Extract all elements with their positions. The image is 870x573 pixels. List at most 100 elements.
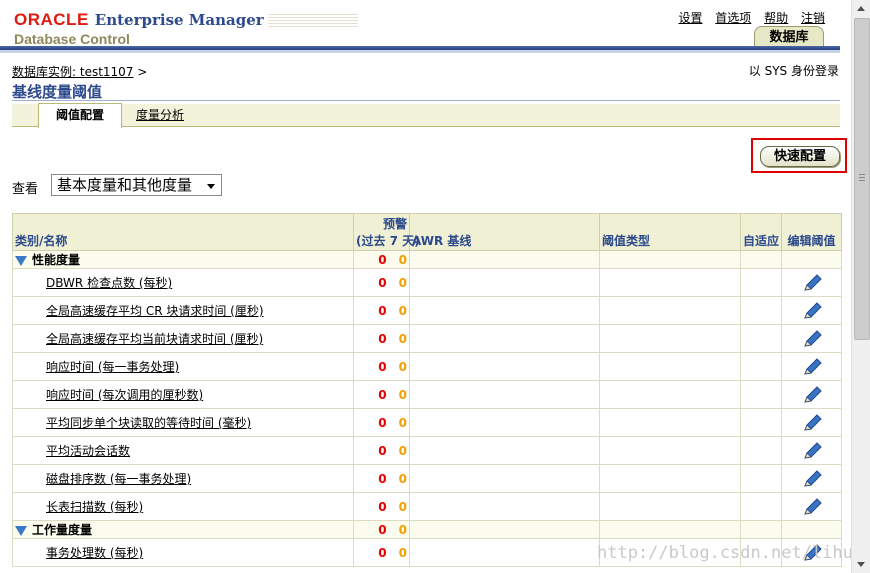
quick-config-button[interactable]: 快速配置 bbox=[760, 146, 840, 167]
alerts-cell: 00 bbox=[353, 324, 410, 353]
pencil-icon[interactable] bbox=[784, 441, 839, 461]
critical-count: 0 bbox=[378, 387, 387, 402]
pencil-icon[interactable] bbox=[784, 357, 839, 377]
alerts-cell: 00 bbox=[353, 492, 410, 521]
metric-link[interactable]: 响应时间 (每一事务处理) bbox=[46, 360, 179, 374]
metric-link[interactable]: 全局高速缓存平均 CR 块请求时间 (厘秒) bbox=[46, 304, 264, 318]
col-header-alerts: 预警 (过去 7 天) bbox=[353, 213, 420, 251]
edit-cell bbox=[781, 352, 842, 381]
pencil-icon[interactable] bbox=[784, 273, 839, 293]
awr-cell bbox=[409, 436, 600, 465]
view-label: 查看 bbox=[12, 182, 39, 197]
critical-count: 0 bbox=[378, 359, 387, 374]
col-header-adaptive: 自适应 bbox=[740, 213, 782, 251]
metric-cell: DBWR 检查点数 (每秒) bbox=[12, 268, 354, 297]
pencil-icon[interactable] bbox=[784, 413, 839, 433]
warning-count: 0 bbox=[398, 545, 407, 560]
login-status: 以 SYS 身份登录 bbox=[748, 64, 839, 78]
vertical-scrollbar[interactable] bbox=[851, 0, 870, 573]
alerts-cell: 00 bbox=[353, 268, 410, 297]
col-header-alerts-top: 预警 bbox=[382, 217, 407, 231]
warning-count: 0 bbox=[398, 522, 407, 537]
alerts-cell: 00 bbox=[353, 436, 410, 465]
table-row: 平均同步单个块读取的等待时间 (毫秒) 0 0 bbox=[12, 408, 842, 437]
tab-threshold-config[interactable]: 阈值配置 bbox=[38, 103, 122, 128]
page-title: 基线度量阈值 bbox=[12, 83, 103, 101]
critical-count: 0 bbox=[378, 499, 387, 514]
awr-cell bbox=[409, 464, 600, 493]
edit-cell bbox=[781, 436, 842, 465]
help-link[interactable]: 帮助 bbox=[764, 11, 788, 25]
triangle-down-icon[interactable] bbox=[15, 525, 27, 536]
alerts-cell: 00 bbox=[353, 520, 410, 539]
alerts-cell: 00 bbox=[353, 408, 410, 437]
threshold-type-cell bbox=[599, 408, 741, 437]
tab-metric-analysis[interactable]: 度量分析 bbox=[136, 108, 184, 122]
category-cell: 性能度量 bbox=[12, 250, 354, 269]
tab-metric-analysis-wrap: 度量分析 bbox=[136, 104, 184, 126]
tab-database[interactable]: 数据库 bbox=[754, 26, 824, 47]
critical-count: 0 bbox=[378, 303, 387, 318]
edit-cell bbox=[781, 380, 842, 409]
pencil-icon[interactable] bbox=[784, 329, 839, 349]
threshold-type-cell bbox=[599, 520, 741, 539]
title-divider bbox=[12, 100, 840, 101]
pencil-icon[interactable] bbox=[784, 469, 839, 489]
awr-cell bbox=[409, 520, 600, 539]
edit-cell bbox=[781, 250, 842, 269]
critical-count: 0 bbox=[378, 443, 387, 458]
grip-line bbox=[859, 174, 865, 175]
chevron-down-icon bbox=[207, 184, 215, 189]
threshold-type-cell bbox=[599, 296, 741, 325]
brand-decoration bbox=[268, 14, 358, 28]
awr-cell bbox=[409, 352, 600, 381]
metric-link[interactable]: 磁盘排序数 (每一事务处理) bbox=[46, 472, 191, 486]
scroll-down-icon[interactable] bbox=[852, 556, 870, 573]
metric-link[interactable]: 响应时间 (每次调用的厘秒数) bbox=[46, 388, 203, 402]
metric-link[interactable]: DBWR 检查点数 (每秒) bbox=[46, 276, 172, 290]
edit-cell bbox=[781, 268, 842, 297]
scroll-up-icon[interactable] bbox=[852, 0, 870, 17]
metric-cell: 全局高速缓存平均 CR 块请求时间 (厘秒) bbox=[12, 296, 354, 325]
metric-link[interactable]: 事务处理数 (每秒) bbox=[46, 546, 143, 560]
metric-cell: 响应时间 (每次调用的厘秒数) bbox=[12, 380, 354, 409]
breadcrumb-db-instance[interactable]: 数据库实例: test1107 bbox=[12, 65, 133, 79]
metric-link[interactable]: 平均同步单个块读取的等待时间 (毫秒) bbox=[46, 416, 251, 430]
view-select[interactable]: 基本度量和其他度量 bbox=[51, 174, 222, 196]
warning-count: 0 bbox=[398, 359, 407, 374]
threshold-type-cell bbox=[599, 492, 741, 521]
preferences-link[interactable]: 首选项 bbox=[715, 11, 751, 25]
metric-cell: 长表扫描数 (每秒) bbox=[12, 492, 354, 521]
col-header-name[interactable]: 类别/名称 bbox=[12, 213, 354, 251]
breadcrumb-separator: > bbox=[137, 65, 148, 79]
oracle-logo: ORACLE bbox=[14, 10, 89, 29]
metric-link[interactable]: 长表扫描数 (每秒) bbox=[46, 500, 143, 514]
edit-cell bbox=[781, 324, 842, 353]
scrollbar-thumb[interactable] bbox=[854, 18, 870, 340]
subtab-spacer bbox=[12, 104, 39, 126]
metrics-table: 类别/名称 预警 (过去 7 天) AWR 基线 阈值类型 自适应 编辑阈值 性… bbox=[12, 213, 842, 567]
critical-count: 0 bbox=[378, 275, 387, 290]
settings-link[interactable]: 设置 bbox=[678, 11, 702, 25]
adaptive-cell bbox=[740, 408, 782, 437]
warning-count: 0 bbox=[398, 331, 407, 346]
metric-link[interactable]: 平均活动会话数 bbox=[46, 444, 130, 458]
grip-line bbox=[859, 180, 865, 181]
threshold-type-cell bbox=[599, 380, 741, 409]
breadcrumb: 数据库实例: test1107 > bbox=[12, 63, 147, 80]
awr-cell bbox=[409, 296, 600, 325]
category-name: 性能度量 bbox=[32, 253, 81, 267]
logout-link[interactable]: 注销 bbox=[801, 11, 825, 25]
metric-cell: 全局高速缓存平均当前块请求时间 (厘秒) bbox=[12, 324, 354, 353]
col-header-awr: AWR 基线 bbox=[409, 213, 600, 251]
grip-line bbox=[859, 177, 865, 178]
table-row: 全局高速缓存平均当前块请求时间 (厘秒) 0 0 bbox=[12, 324, 842, 353]
pencil-icon[interactable] bbox=[784, 497, 839, 517]
triangle-down-icon[interactable] bbox=[15, 255, 27, 266]
metric-link[interactable]: 全局高速缓存平均当前块请求时间 (厘秒) bbox=[46, 332, 263, 346]
pencil-icon[interactable] bbox=[784, 385, 839, 405]
awr-cell bbox=[409, 492, 600, 521]
warning-count: 0 bbox=[398, 443, 407, 458]
pencil-icon[interactable] bbox=[784, 301, 839, 321]
warning-count: 0 bbox=[398, 499, 407, 514]
